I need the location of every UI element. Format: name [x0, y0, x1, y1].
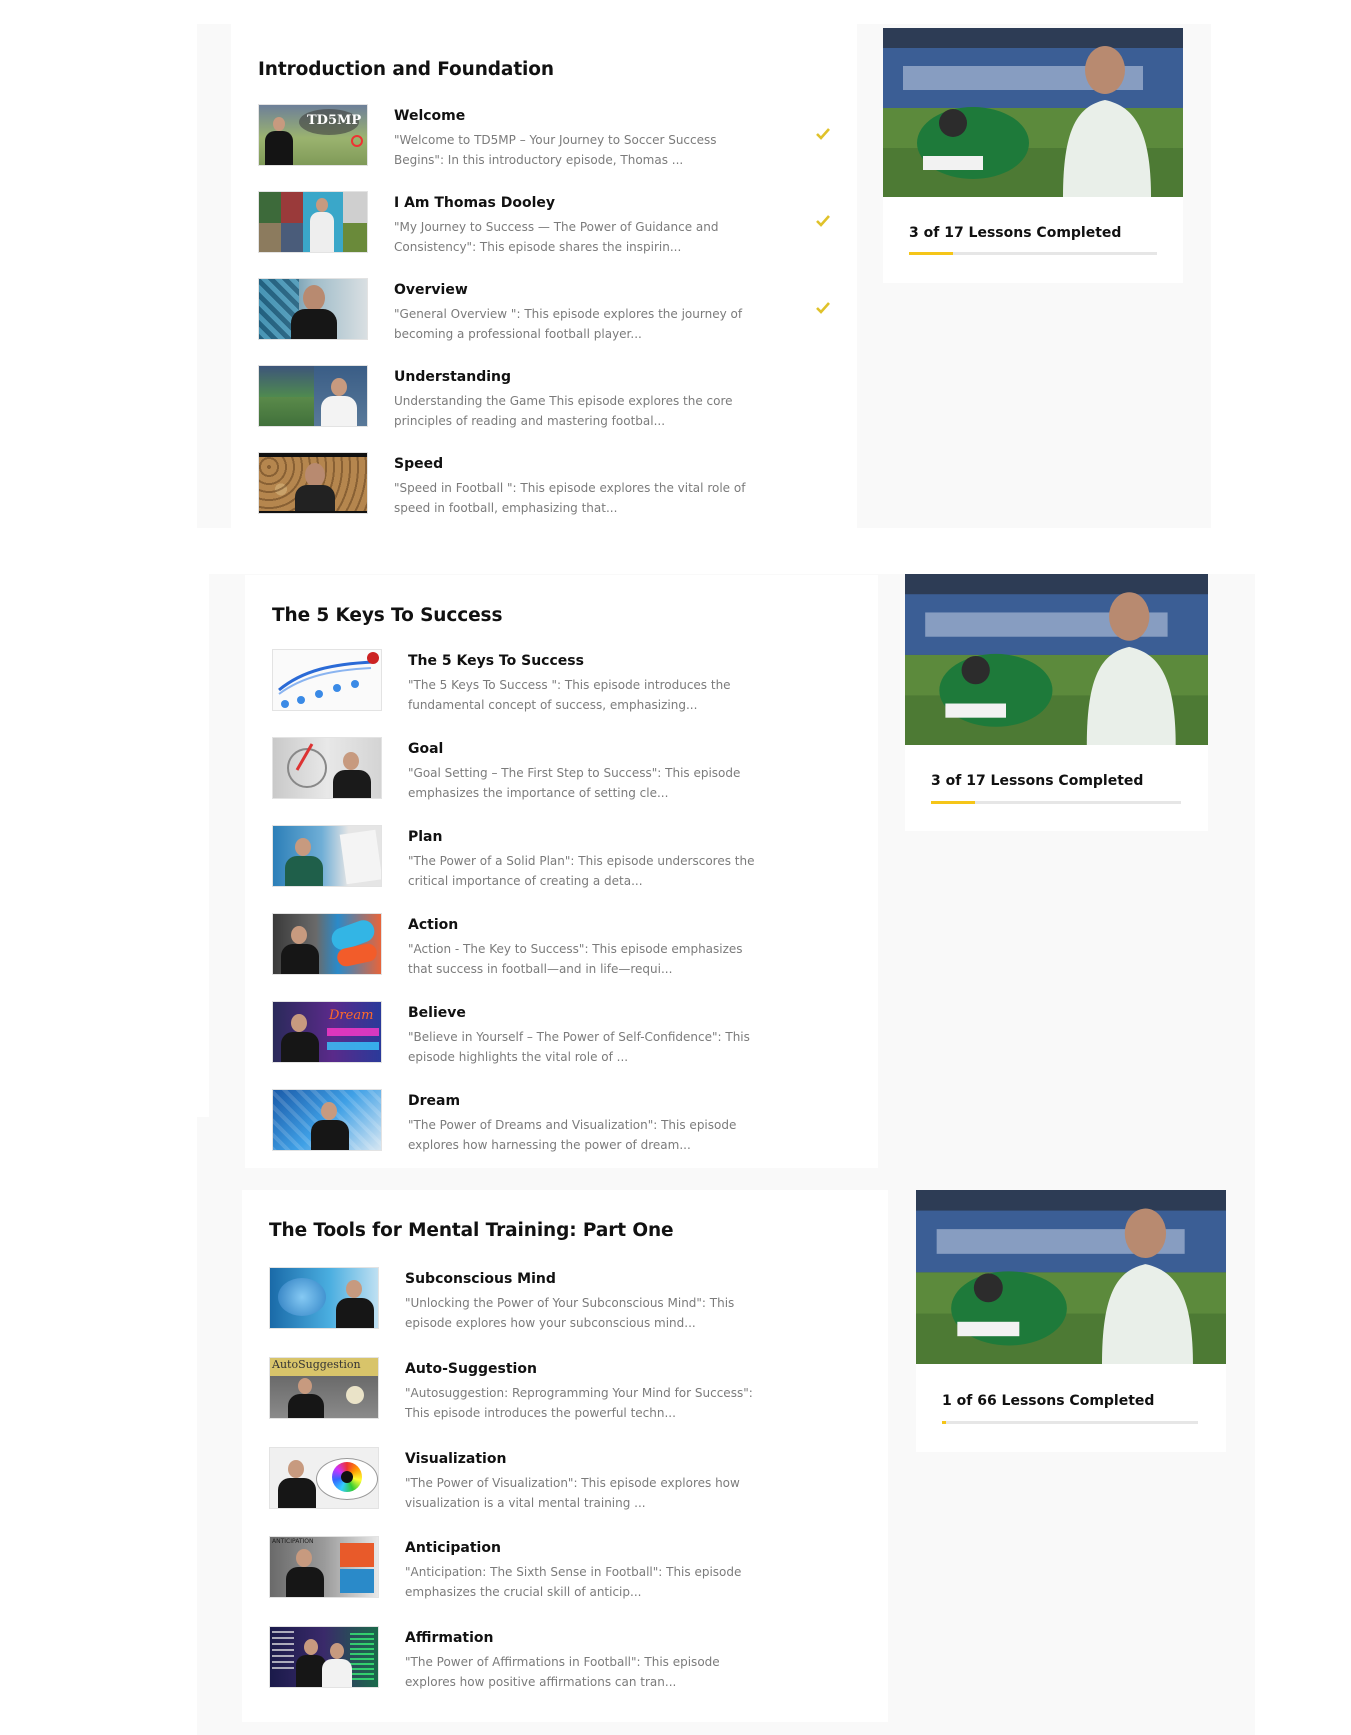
lesson-title[interactable]: Believe	[408, 1005, 466, 1021]
lesson-description: "General Overview ": This episode explor…	[394, 307, 743, 341]
lesson-item[interactable]: Goal "Goal Setting – The First Step to S…	[272, 737, 852, 803]
lesson-title[interactable]: Goal	[408, 741, 443, 757]
lesson-item[interactable]: I Am Thomas Dooley "My Journey to Succes…	[258, 191, 838, 257]
lesson-title[interactable]: Overview	[394, 282, 468, 298]
progress-bar-fill	[931, 801, 976, 804]
lesson-item[interactable]: Visualization "The Power of Visualizatio…	[269, 1447, 849, 1513]
lesson-title[interactable]: Understanding	[394, 369, 511, 385]
lesson-item[interactable]: ANTICIPATION Anticipation "Anticipation:…	[269, 1536, 849, 1602]
collage-thumbnail	[258, 191, 368, 253]
lesson-item[interactable]: The 5 Keys To Success "The 5 Keys To Suc…	[272, 649, 852, 715]
lesson-item[interactable]: Affirmation "The Power of Affirmations i…	[269, 1626, 849, 1692]
lesson-item[interactable]: Subconscious Mind "Unlocking the Power o…	[269, 1267, 849, 1333]
progress-bar-fill	[909, 252, 953, 255]
check-icon	[816, 128, 830, 140]
dream-thumbnail	[272, 1089, 382, 1151]
lesson-description: "The Power of Visualization": This episo…	[405, 1476, 740, 1510]
course-title: The Tools for Mental Training: Part One	[269, 1220, 674, 1241]
lesson-description: "My Journey to Success — The Power of Gu…	[394, 220, 719, 254]
lesson-item[interactable]: Speed "Speed in Football ": This episode…	[258, 452, 838, 518]
lesson-title[interactable]: Anticipation	[405, 1540, 501, 1556]
presenter-stadium-image	[905, 574, 1208, 745]
lesson-title[interactable]: Speed	[394, 456, 443, 472]
td5mp-logo-thumbnail: TD5MP	[258, 104, 368, 166]
course-cover-image	[916, 1190, 1226, 1364]
lesson-item[interactable]: Plan "The Power of a Solid Plan": This e…	[272, 825, 852, 891]
compass-thumbnail	[272, 737, 382, 799]
course-cover-image	[883, 28, 1183, 197]
lesson-title[interactable]: I Am Thomas Dooley	[394, 195, 555, 211]
presenter-stadium-image	[883, 28, 1183, 197]
course-progress-card[interactable]: 1 of 66 Lessons Completed	[916, 1190, 1226, 1452]
lesson-title[interactable]: Subconscious Mind	[405, 1271, 556, 1287]
lesson-item[interactable]: Action "Action - The Key to Success": Th…	[272, 913, 852, 979]
lesson-title[interactable]: Plan	[408, 829, 442, 845]
progress-label: 1 of 66 Lessons Completed	[942, 1393, 1155, 1409]
lesson-description: "Anticipation: The Sixth Sense in Footba…	[405, 1565, 742, 1599]
course-cover-image	[905, 574, 1208, 745]
lesson-title[interactable]: Visualization	[405, 1451, 506, 1467]
lesson-title[interactable]: The 5 Keys To Success	[408, 653, 584, 669]
lesson-description: "Welcome to TD5MP – Your Journey to Socc…	[394, 133, 717, 167]
lesson-description: "The 5 Keys To Success ": This episode i…	[408, 678, 731, 712]
lesson-item[interactable]: Understanding Understanding the Game Thi…	[258, 365, 838, 431]
lesson-description: "Speed in Football ": This episode explo…	[394, 481, 746, 515]
progress-bar	[942, 1421, 1198, 1424]
progress-bar	[909, 252, 1157, 255]
stadium-thumbnail	[258, 365, 368, 427]
lesson-description: "Autosuggestion: Reprogramming Your Mind…	[405, 1386, 753, 1420]
course-card: The Tools for Mental Training: Part One …	[242, 1190, 888, 1722]
cheetah-thumbnail	[258, 452, 368, 514]
lesson-item[interactable]: AutoSuggestion Auto-Suggestion "Autosugg…	[269, 1357, 849, 1423]
progress-bar	[931, 801, 1181, 804]
mind-thumbnail	[269, 1267, 379, 1329]
lesson-description: "Action - The Key to Success": This epis…	[408, 942, 743, 976]
course-title: The 5 Keys To Success	[272, 605, 503, 626]
lesson-title[interactable]: Affirmation	[405, 1630, 493, 1646]
lesson-description: "Unlocking the Power of Your Subconsciou…	[405, 1296, 735, 1330]
section-edge	[197, 574, 209, 1117]
neon-sign-thumbnail: Dream	[272, 1001, 382, 1063]
progress-label: 3 of 17 Lessons Completed	[931, 773, 1144, 789]
lesson-description: "The Power of a Solid Plan": This episod…	[408, 854, 755, 888]
lesson-title[interactable]: Auto-Suggestion	[405, 1361, 537, 1377]
autosuggestion-thumbnail: AutoSuggestion	[269, 1357, 379, 1419]
lesson-title[interactable]: Action	[408, 917, 458, 933]
boots-thumbnail	[272, 913, 382, 975]
lesson-item[interactable]: Dream Believe "Believe in Yourself – The…	[272, 1001, 852, 1067]
keys-diagram-thumbnail	[272, 649, 382, 711]
lesson-description: "The Power of Dreams and Visualization":…	[408, 1118, 737, 1152]
course-card: The 5 Keys To Success The 5 Keys To Succ…	[245, 575, 878, 1168]
eye-thumbnail	[269, 1447, 379, 1509]
course-progress-card[interactable]: 3 of 17 Lessons Completed	[883, 28, 1183, 283]
lesson-item[interactable]: TD5MP Welcome "Welcome to TD5MP – Your J…	[258, 104, 838, 170]
course-title: Introduction and Foundation	[258, 59, 554, 80]
lesson-description: "The Power of Affirmations in Football":…	[405, 1655, 720, 1689]
presenter-thumbnail	[258, 278, 368, 340]
lesson-description: "Believe in Yourself – The Power of Self…	[408, 1030, 750, 1064]
affirmation-thumbnail	[269, 1626, 379, 1688]
lesson-title[interactable]: Dream	[408, 1093, 460, 1109]
course-card: Introduction and Foundation TD5MP Welcom…	[231, 24, 857, 528]
course-progress-card[interactable]: 3 of 17 Lessons Completed	[905, 574, 1208, 831]
lesson-description: "Goal Setting – The First Step to Succes…	[408, 766, 741, 800]
progress-label: 3 of 17 Lessons Completed	[909, 225, 1122, 241]
lesson-item[interactable]: Dream "The Power of Dreams and Visualiza…	[272, 1089, 852, 1155]
lesson-title[interactable]: Welcome	[394, 108, 465, 124]
anticipation-thumbnail: ANTICIPATION	[269, 1536, 379, 1598]
check-icon	[816, 302, 830, 314]
presenter-stadium-image	[916, 1190, 1226, 1364]
check-icon	[816, 215, 830, 227]
progress-bar-fill	[942, 1421, 946, 1424]
lesson-description: Understanding the Game This episode expl…	[394, 394, 733, 428]
plan-thumbnail	[272, 825, 382, 887]
lesson-item[interactable]: Overview "General Overview ": This episo…	[258, 278, 838, 344]
